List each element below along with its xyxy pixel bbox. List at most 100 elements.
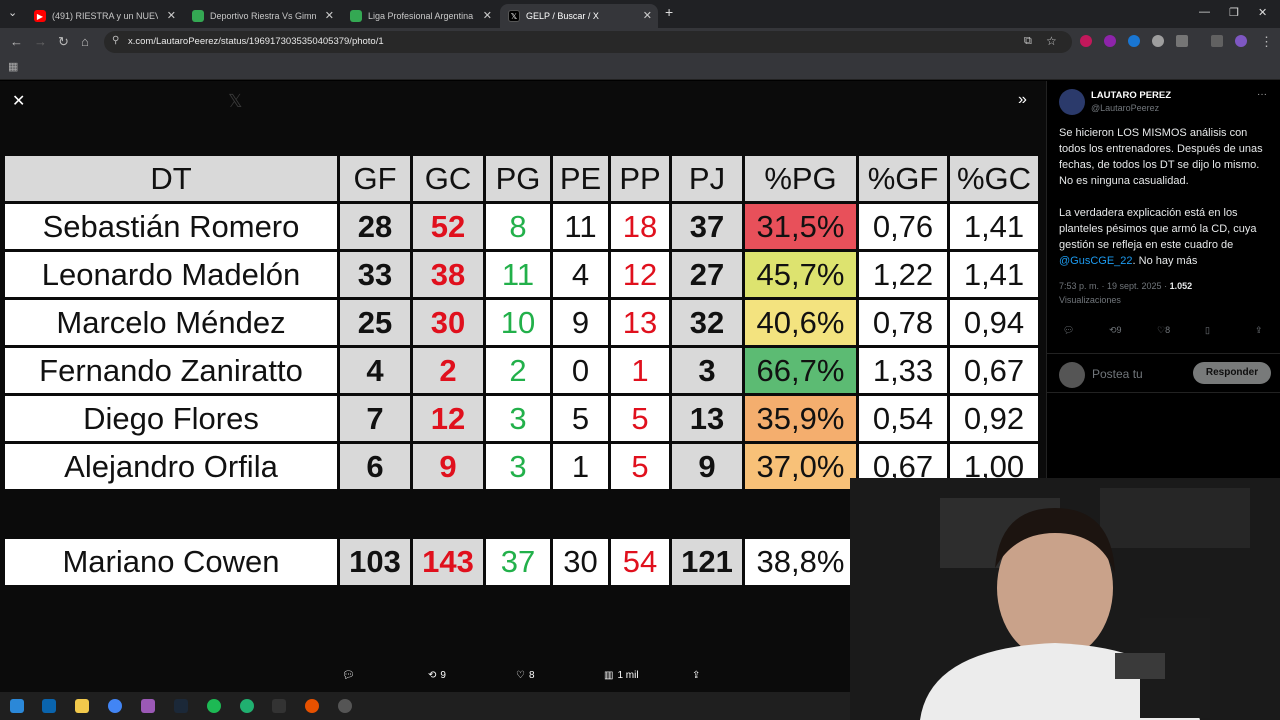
close-viewer-button[interactable]: ✕: [12, 91, 25, 111]
cell-gf: 33: [340, 252, 410, 297]
reading-list-icon[interactable]: [1211, 35, 1223, 47]
reload-icon[interactable]: ↻: [58, 34, 69, 50]
total-pp: 54: [611, 539, 669, 585]
cell-ppg: 66,7%: [745, 348, 856, 393]
author-name[interactable]: LAUTARO PEREZ: [1091, 90, 1171, 101]
extensions-puzzle-icon[interactable]: [1176, 35, 1188, 47]
cell-pj: 13: [672, 396, 742, 441]
windows-taskbar: [0, 692, 850, 720]
cell-pgc: 0,67: [950, 348, 1038, 393]
cell-name: Leonardo Madelón: [5, 252, 337, 297]
cell-gc: 30: [413, 300, 483, 345]
extension-icon[interactable]: [1104, 35, 1116, 47]
tab-search-icon[interactable]: ⌄: [8, 6, 17, 19]
minimize-button[interactable]: —: [1199, 6, 1210, 18]
file-explorer-icon[interactable]: [75, 699, 89, 713]
maximize-button[interactable]: ❐: [1229, 6, 1239, 19]
profile-avatar[interactable]: [1235, 35, 1247, 47]
more-options-icon[interactable]: ···: [1257, 89, 1267, 100]
cell-pg: 10: [486, 300, 550, 345]
site-icon: [192, 10, 204, 22]
cell-gf: 6: [340, 444, 410, 489]
total-pe: 30: [553, 539, 608, 585]
home-icon[interactable]: ⌂: [81, 34, 89, 49]
cell-pe: 5: [553, 396, 608, 441]
extension-icon[interactable]: [1128, 35, 1140, 47]
share-icon: ⇪: [692, 670, 701, 681]
retweet-action[interactable]: ⟲ 9: [428, 670, 446, 681]
cell-pg: 3: [486, 444, 550, 489]
reply-action[interactable]: 💬︎: [342, 670, 355, 681]
like-button[interactable]: ♡ 8: [1157, 325, 1170, 336]
like-count: 8: [1165, 325, 1171, 335]
tab-label: (491) RIESTRA y un NUEVO TRIUNFO: [52, 11, 158, 21]
youtube-icon: ▶: [34, 10, 46, 22]
tab-x-active[interactable]: 𝕏 GELP / Buscar / X ✕: [500, 4, 658, 28]
close-window-button[interactable]: ✕: [1258, 6, 1267, 19]
app-icon[interactable]: [240, 699, 254, 713]
cell-gc: 52: [413, 204, 483, 249]
close-tab-icon[interactable]: ✕: [325, 9, 334, 22]
tweet-actions: 💬︎ ⟲ 9 ♡ 8 ▯ ⇪: [1059, 325, 1273, 341]
omnibox[interactable]: ⚲ x.com/LautaroPeerez/status/19691730353…: [104, 31, 1072, 53]
outlook-icon[interactable]: [42, 699, 56, 713]
reply-button[interactable]: Responder: [1193, 362, 1271, 384]
apps-grid-icon[interactable]: ▦: [8, 60, 18, 73]
cell-ppg: 37,0%: [745, 444, 856, 489]
extension-icon[interactable]: [1080, 35, 1092, 47]
cell-pgf: 0,76: [859, 204, 947, 249]
author-handle[interactable]: @LautaroPeerez: [1091, 103, 1159, 113]
total-pg: 37: [486, 539, 550, 585]
epic-games-icon[interactable]: [272, 699, 286, 713]
cell-pp: 13: [611, 300, 669, 345]
timestamp[interactable]: 7:53 p. m. · 19 sept. 2025 ·: [1059, 281, 1170, 291]
cell-pj: 32: [672, 300, 742, 345]
bookmark-icon[interactable]: ▯: [1205, 325, 1210, 336]
spotify-icon[interactable]: [207, 699, 221, 713]
share-icon[interactable]: ⇪: [1255, 325, 1263, 336]
table-row: Diego Flores 7 12 3 5 5 13 35,9% 0,54 0,92: [5, 396, 1038, 441]
app-icon[interactable]: [305, 699, 319, 713]
close-tab-icon[interactable]: ✕: [643, 9, 652, 22]
install-icon[interactable]: ⧉: [1024, 35, 1032, 48]
cell-pj: 27: [672, 252, 742, 297]
new-tab-button[interactable]: +: [665, 4, 673, 20]
cell-pe: 11: [553, 204, 608, 249]
like-action[interactable]: ♡ 8: [516, 670, 535, 681]
retweet-button[interactable]: ⟲ 9: [1109, 325, 1122, 336]
tab-youtube[interactable]: ▶ (491) RIESTRA y un NUEVO TRIUNFO ✕: [26, 4, 182, 28]
extension-icon[interactable]: [1152, 35, 1164, 47]
cell-gc: 38: [413, 252, 483, 297]
close-tab-icon[interactable]: ✕: [483, 9, 492, 22]
bookmark-star-icon[interactable]: ☆: [1046, 34, 1057, 48]
tab-label: Liga Profesional Argentina - PC: [368, 11, 474, 21]
cell-pgc: 1,41: [950, 204, 1038, 249]
url-text[interactable]: x.com/LautaroPeerez/status/1969173035350…: [128, 36, 384, 47]
site-info-icon[interactable]: ⚲: [112, 35, 119, 46]
close-tab-icon[interactable]: ✕: [167, 9, 176, 22]
cell-ppg: 31,5%: [745, 204, 856, 249]
avatar[interactable]: [1059, 89, 1085, 115]
app-icon[interactable]: [141, 699, 155, 713]
tab-match[interactable]: Deportivo Riestra Vs Gimnasia La Plata ✕: [184, 4, 340, 28]
address-bar-row: ← → ↻ ⌂ ⚲ x.com/LautaroPeerez/status/196…: [0, 28, 1280, 56]
tab-label: GELP / Buscar / X: [526, 11, 599, 21]
reply-input[interactable]: Postea tu: [1092, 367, 1143, 381]
cell-pg: 2: [486, 348, 550, 393]
views-action[interactable]: ▥ 1 mil: [604, 670, 639, 681]
menu-icon[interactable]: ⋮: [1260, 34, 1273, 50]
back-icon[interactable]: ←: [10, 34, 23, 49]
tab-liga[interactable]: Liga Profesional Argentina - PC ✕: [342, 4, 498, 28]
header-pct-pg: %PG: [745, 156, 856, 201]
webcam-figure: [850, 478, 1280, 720]
reply-icon[interactable]: 💬︎: [1063, 325, 1074, 336]
windows-start-icon[interactable]: [10, 699, 24, 713]
chrome-icon[interactable]: [108, 699, 122, 713]
expand-panel-button[interactable]: »: [1018, 91, 1027, 109]
steam-icon[interactable]: [174, 699, 188, 713]
cell-name: Marcelo Méndez: [5, 300, 337, 345]
forward-icon[interactable]: →: [34, 34, 47, 49]
share-action[interactable]: ⇪: [692, 670, 700, 681]
obs-icon[interactable]: [338, 699, 352, 713]
mention-link[interactable]: @GusCGE_22: [1059, 255, 1133, 267]
